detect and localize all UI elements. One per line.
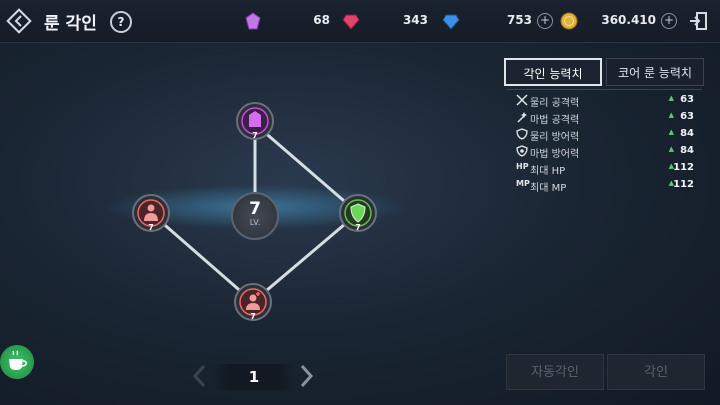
stat-value: 84 [680, 145, 694, 156]
add-blue-gem-button[interactable]: + [537, 13, 553, 29]
crossed-swords-icon [516, 94, 528, 106]
rune-level: 7 [355, 223, 361, 232]
stat-row: 물리 공격력 ▲ 63 [506, 92, 702, 109]
currency-gold: 360.410 [560, 12, 656, 30]
center-level-badge: 7 LV. [231, 192, 279, 240]
rune-node-bottom[interactable]: 7 [233, 282, 273, 322]
stat-label: 물리 방어력 [530, 132, 580, 143]
stat-value: 63 [680, 94, 694, 105]
stat-value: 112 [673, 162, 694, 173]
stat-row: 마법 방어력 ▲ 84 [506, 143, 702, 160]
rune-node-right[interactable]: 7 [338, 193, 378, 233]
stat-label: 마법 공격력 [530, 115, 580, 126]
tab-core-rune-stats[interactable]: 코어 룬 능력치 [606, 58, 704, 86]
currency-value: 753 [506, 13, 532, 27]
stat-label: 마법 방어력 [530, 149, 580, 160]
add-gold-button[interactable]: + [661, 13, 677, 29]
page-number: 1 [248, 368, 260, 386]
stat-label: 최대 HP [530, 166, 566, 177]
currency-value: 343 [402, 13, 428, 27]
stat-row: MP 최대 MP ▲ 112 [506, 177, 702, 194]
increase-arrow-icon: ▲ [668, 145, 674, 153]
auto-engrave-button[interactable]: 자동각인 [506, 354, 604, 390]
shield-icon [516, 128, 528, 140]
stat-value: 84 [680, 128, 694, 139]
stat-row: HP 최대 HP ▲ 112 [506, 160, 702, 177]
stat-value: 112 [673, 179, 694, 190]
rune-level: 7 [250, 312, 256, 321]
increase-arrow-icon: ▲ [668, 94, 674, 102]
stat-label: 물리 공격력 [530, 98, 580, 109]
chat-button[interactable] [0, 345, 34, 379]
hp-icon: HP [516, 162, 529, 171]
currency-red-gem: 343 [342, 12, 428, 30]
magic-wand-icon [517, 112, 527, 123]
increase-arrow-icon: ▲ [668, 128, 674, 136]
center-level-unit: LV. [249, 218, 261, 227]
stat-label: 최대 MP [530, 183, 567, 194]
stat-row: 물리 방어력 ▲ 84 [506, 126, 702, 143]
red-gem-icon [342, 14, 360, 30]
blue-gem-icon [442, 14, 460, 30]
center-level-value: 7 [249, 199, 261, 219]
magic-shield-icon [516, 145, 528, 157]
gold-coin-icon [560, 12, 578, 30]
stat-value: 63 [680, 111, 694, 122]
rune-level: 7 [252, 131, 258, 140]
currency-purple-crystal: 68 [244, 12, 330, 30]
engrave-button[interactable]: 각인 [607, 354, 705, 390]
cup-icon [9, 350, 27, 370]
rune-level: 7 [148, 223, 154, 232]
purple-crystal-icon [245, 12, 261, 30]
rune-node-left[interactable]: 7 [131, 193, 171, 233]
stat-row: 마법 공격력 ▲ 63 [506, 109, 702, 126]
currency-value: 360.410 [601, 13, 656, 27]
currency-blue-gem: 753 [442, 12, 532, 30]
increase-arrow-icon: ▲ [668, 111, 674, 119]
prev-page-icon[interactable] [192, 364, 206, 388]
rune-node-top[interactable]: 7 [235, 101, 275, 141]
tab-engrave-stats[interactable]: 각인 능력치 [504, 58, 602, 86]
next-page-icon[interactable] [300, 364, 314, 388]
currency-value: 68 [313, 13, 330, 27]
mp-icon: MP [516, 179, 530, 188]
help-button[interactable]: ? [110, 11, 132, 33]
exit-icon[interactable] [688, 11, 708, 31]
stat-list: 물리 공격력 ▲ 63 마법 공격력 ▲ 63 물리 방어력 ▲ 84 마법 방… [506, 90, 702, 195]
back-icon[interactable] [6, 8, 32, 34]
page-indicator: 1 [212, 364, 296, 390]
top-bar: 룬 각인 ? 68 343 753 + 360.410 + [0, 0, 720, 43]
page-title: 룬 각인 [44, 14, 97, 34]
